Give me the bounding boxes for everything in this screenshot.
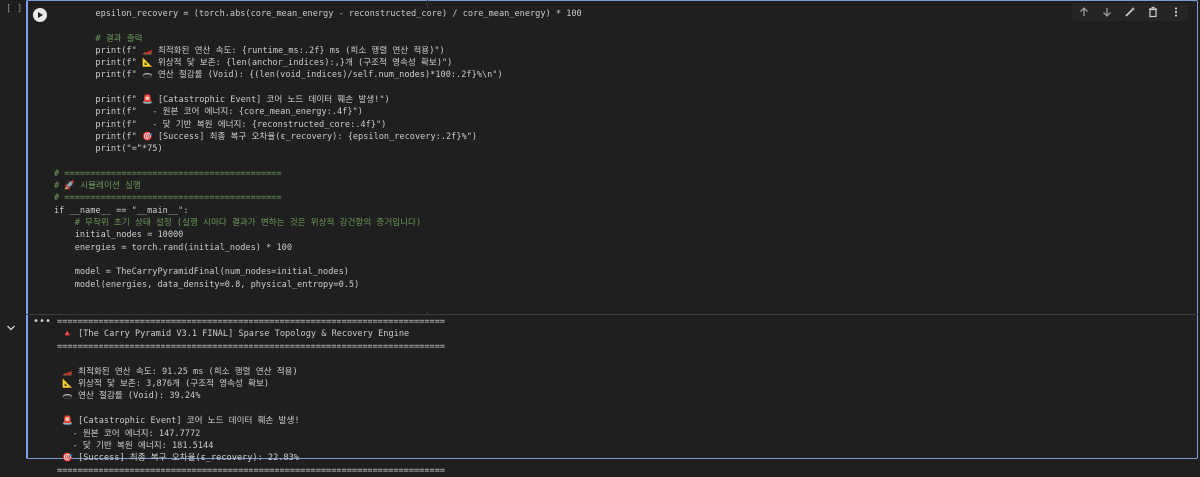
cell-output: ========================================… [57,316,1177,476]
delete-icon[interactable] [1145,4,1161,20]
output-line: ========================================… [57,465,446,476]
code-line: model = TheCarryPyramidFinal(num_nodes=i… [54,267,349,278]
code-line: initial_nodes = 10000 [54,230,184,241]
code-line: print(f" 🎯 [Success] 최종 복구 오차율(ε_recover… [54,131,478,142]
code-line: # 무작위 초기 상태 설정 (실행 시마다 결과가 변하는 것은 위상적 강건… [54,218,422,229]
output-line: ========================================… [57,341,446,352]
output-line: 🔺 [The Carry Pyramid V3.1 FINAL] Sparse … [57,329,410,340]
code-line: # 결과 출력 [54,33,143,44]
output-line: 🕳️ 연산 절감률 (Void): 39.24% [57,391,201,402]
chevron-down-icon [7,325,15,331]
output-line: 🏎️ 최적화된 연산 속도: 91.25 ms (희소 행렬 연산 적용) [57,366,298,377]
code-line: print(f" 🚨 [Catastrophic Event] 코어 노드 데이… [54,95,390,106]
cell-toolbar [1072,3,1188,21]
collapse-output-button[interactable] [5,318,19,331]
code-line: print(f" - 닻 기반 복원 에너지: {reconstructed_c… [54,119,387,130]
output-divider [26,314,1198,315]
output-line: 🎯 [Success] 최종 복구 오차율(ε_recovery): 22.83… [57,453,299,464]
output-line: ========================================… [57,317,446,327]
move-up-icon[interactable] [1076,4,1092,20]
code-line: if __name__ == "__main__": [54,205,189,216]
code-line: model(energies, data_density=0.8, physic… [54,279,360,290]
output-actions-button[interactable]: ••• [33,317,51,328]
code-line: # 🚀 시뮬레이션 실행 [54,181,141,192]
cell-gutter: [ ] [0,0,26,314]
code-line: print(f" 📐 위상적 닻 보존: {len(anchor_indices… [54,58,453,69]
output-line: 📐 위상적 닻 보존: 3,876개 (구조적 영속성 확보) [57,378,270,389]
code-line: print(f" 🏎️ 최적화된 연산 속도: {runtime_ms:.2f}… [54,45,445,56]
move-down-icon[interactable] [1099,4,1115,20]
output-line: - 닻 기반 복원 에너지: 181.5144 [57,440,214,451]
execution-count: [ ] [6,4,23,14]
code-line: epsilon_recovery = (torch.abs(core_mean_… [54,9,582,19]
code-line: energies = torch.rand(initial_nodes) * 1… [54,242,292,253]
code-line: print(f" 🕳️ 연산 절감률 (Void): {(len(void_in… [54,70,503,81]
output-line: - 원본 코어 에너지: 147.7772 [57,428,201,439]
code-line: # ======================================… [54,168,282,179]
code-line: print(f" - 원본 코어 에너지: {core_mean_energy:… [54,107,363,118]
code-line: # ======================================… [54,193,282,204]
output-line: 🚨 [Catastrophic Event] 코어 노드 데이터 훼손 발생! [57,416,300,427]
more-vert-icon[interactable] [1168,4,1184,20]
edit-magic-icon[interactable] [1122,4,1138,20]
code-editor[interactable]: epsilon_recovery = (torch.abs(core_mean_… [54,8,1184,312]
code-line: print("="*75) [54,144,163,155]
